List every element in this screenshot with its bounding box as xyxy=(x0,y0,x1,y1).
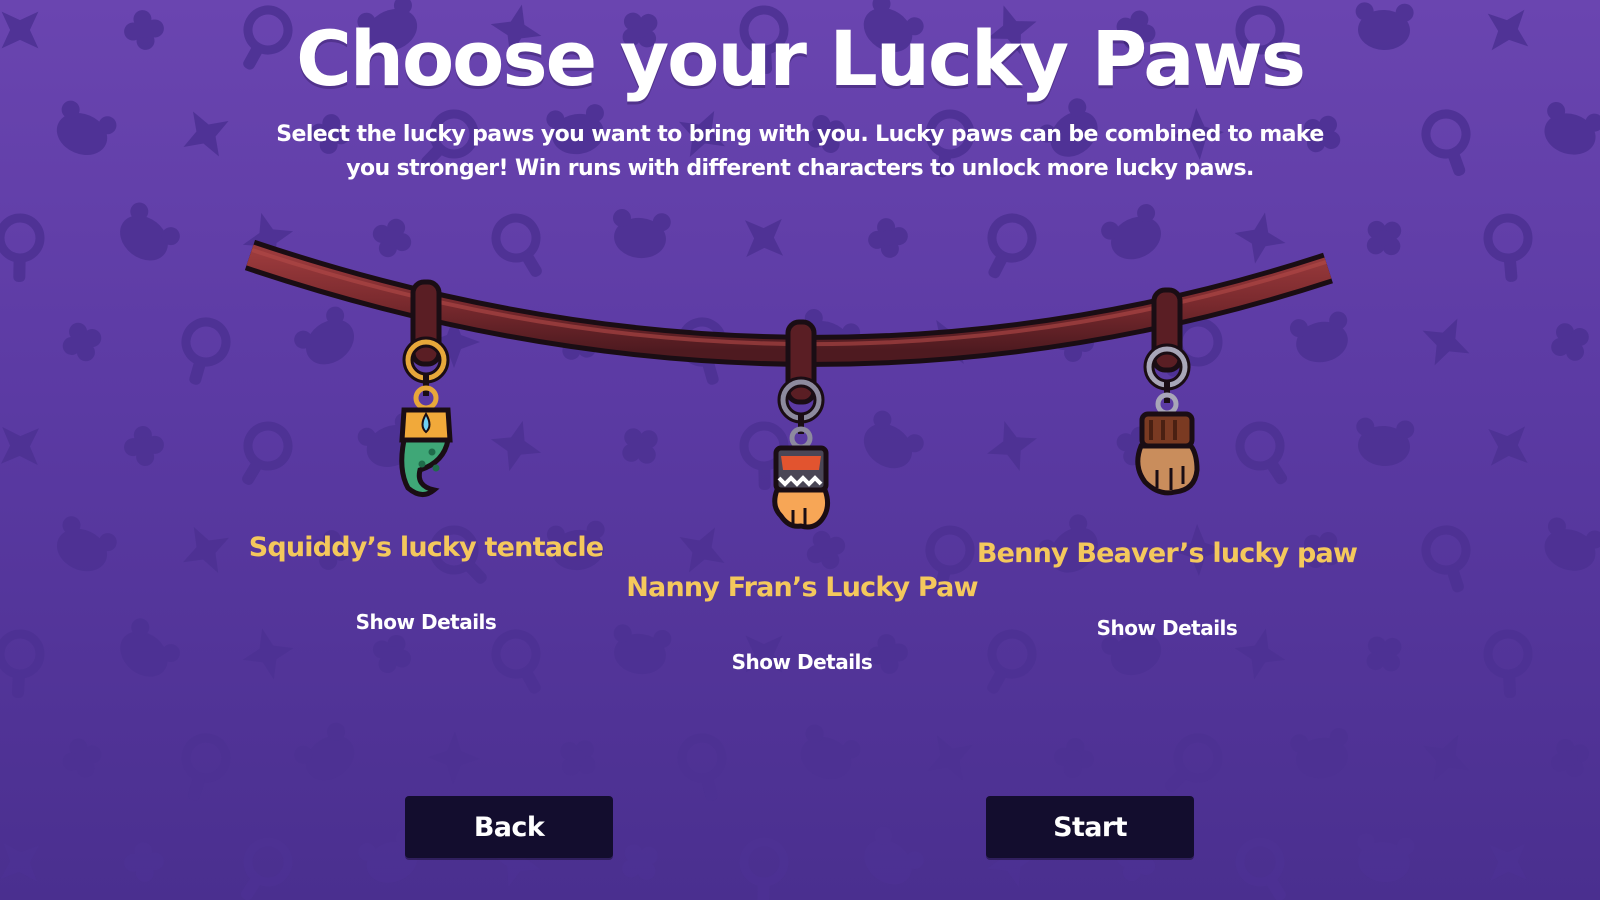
show-details-button-nanny-fran[interactable]: Show Details xyxy=(682,650,922,674)
charm-strap-scene xyxy=(244,239,1333,530)
show-details-button-benny-beaver[interactable]: Show Details xyxy=(1047,616,1287,640)
paw-name-squiddy: Squiddy’s lucky tentacle xyxy=(248,532,604,563)
start-button[interactable]: Start xyxy=(986,796,1194,858)
paw-name-nanny-fran: Nanny Fran’s Lucky Paw xyxy=(626,572,978,603)
back-button[interactable]: Back xyxy=(405,796,613,858)
show-details-button-squiddy[interactable]: Show Details xyxy=(306,610,546,634)
paw-name-benny-beaver: Benny Beaver’s lucky paw xyxy=(976,538,1358,569)
